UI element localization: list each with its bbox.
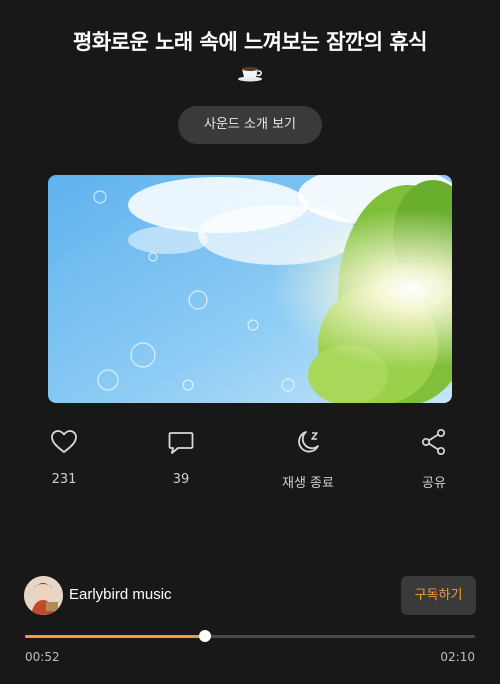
comment-button[interactable]: 39	[136, 424, 226, 494]
share-label: 공유	[422, 476, 446, 491]
progress-thumb[interactable]	[199, 630, 211, 642]
moon-sleep-icon	[298, 431, 319, 453]
avatar[interactable]	[24, 576, 63, 615]
progress-fill	[25, 635, 205, 638]
subscribe-button[interactable]: 구독하기	[401, 576, 476, 615]
comment-icon	[168, 432, 194, 454]
progress-slider[interactable]	[25, 628, 475, 644]
comment-count: 39	[172, 472, 190, 487]
sleep-timer-label: 재생 종료	[282, 476, 334, 491]
cover-image	[48, 175, 452, 403]
coffee-cup-icon	[238, 67, 262, 82]
share-button[interactable]: 공유	[389, 424, 479, 494]
current-time: 00:52	[25, 650, 60, 664]
channel-name[interactable]: Earlybird music	[69, 586, 172, 603]
total-time: 02:10	[440, 650, 475, 664]
action-bar: 231 39 재생 종료 공유	[0, 424, 500, 494]
sleep-timer-button[interactable]: 재생 종료	[263, 424, 353, 494]
like-button[interactable]: 231	[19, 424, 109, 494]
page-title: 평화로운 노래 속에 느껴보는 잠깐의 휴식	[73, 30, 428, 54]
heart-icon	[51, 430, 77, 453]
share-icon	[421, 428, 446, 456]
like-count: 231	[51, 472, 77, 487]
sound-intro-button[interactable]: 사운드 소개 보기	[178, 106, 322, 144]
